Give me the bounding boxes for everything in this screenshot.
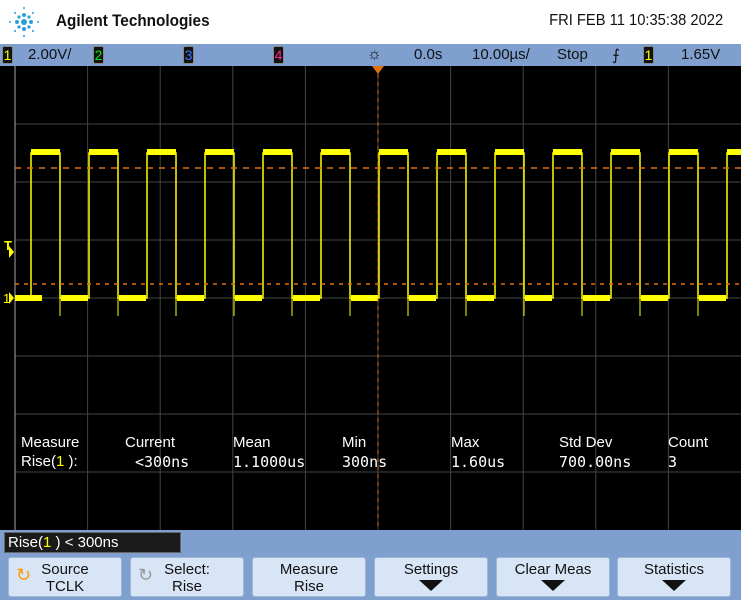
- delay: 0.0s: [414, 46, 442, 63]
- trigger-level-marker[interactable]: T: [4, 238, 12, 253]
- trigger-position-marker-icon: [372, 66, 384, 74]
- meas-row-label: Rise(1 ):: [21, 453, 78, 470]
- waveform-high-noise: [437, 149, 466, 155]
- waveform-high-noise: [263, 149, 292, 155]
- waveform-high-noise: [31, 149, 60, 155]
- meas-stddev: 700.00ns: [559, 453, 631, 471]
- brand-name: Agilent Technologies: [56, 11, 210, 31]
- softkey-bar: Rise(1 ) < 300ns ↻SourceTCLK ↻Select:Ris…: [0, 530, 741, 600]
- channel-2-badge[interactable]: 2: [93, 46, 104, 64]
- channel-1-badge[interactable]: 1: [2, 46, 13, 64]
- softkey-value: TCLK: [46, 578, 84, 595]
- waveform-low-noise: [177, 295, 204, 301]
- meas-count: 3: [668, 453, 677, 471]
- readout-prefix: Rise(: [8, 534, 43, 551]
- trigger-source-badge: 1: [643, 46, 654, 64]
- ch1-scale: 2.00V/: [28, 46, 71, 63]
- source-softkey[interactable]: ↻ SourceTCLK: [8, 557, 122, 597]
- waveform-low-noise: [235, 295, 262, 301]
- meas-row-label-text: Rise(: [21, 453, 56, 470]
- ground-marker[interactable]: 1: [3, 291, 10, 306]
- softkey-label: Source: [41, 561, 89, 578]
- waveform-low-noise: [525, 295, 552, 301]
- trigger-edge-icon: ⨍: [612, 46, 620, 64]
- meas-header-measure: Measure: [21, 434, 79, 451]
- meas-min: 300ns: [342, 453, 387, 471]
- timebase: 10.00µs/: [472, 46, 530, 63]
- submenu-arrow-icon: [419, 580, 443, 591]
- waveform-low-noise: [409, 295, 436, 301]
- meas-header-max: Max: [451, 434, 479, 451]
- softkey-value: Rise: [294, 578, 324, 595]
- meas-max: 1.60us: [451, 453, 505, 471]
- softkey-label: Measure: [280, 561, 338, 578]
- waveform-high-noise: [727, 149, 741, 155]
- waveform-low-noise: [15, 295, 42, 301]
- datetime: FRI FEB 11 10:35:38 2022: [549, 12, 723, 30]
- waveform-high-noise: [321, 149, 350, 155]
- measurement-readout: Rise(1 ) < 300ns: [4, 532, 181, 553]
- waveform-low-noise: [351, 295, 378, 301]
- meas-mean: 1.1000us: [233, 453, 305, 471]
- run-state[interactable]: Stop: [557, 46, 588, 63]
- meas-header-current: Current: [125, 434, 175, 451]
- waveform-low-noise: [467, 295, 494, 301]
- submenu-arrow-icon: [662, 580, 686, 591]
- waveform-low-noise: [61, 295, 88, 301]
- rotate-knob-icon: ↻: [138, 567, 153, 584]
- meas-current: <300ns: [135, 453, 189, 471]
- softkey-label: Settings: [404, 561, 458, 578]
- status-bar: 1 2.00V/ 2 3 4 ☼ 0.0s 10.00µs/ Stop ⨍ 1 …: [0, 44, 741, 66]
- rotate-knob-icon: ↻: [16, 567, 31, 584]
- measure-rise-softkey[interactable]: MeasureRise: [252, 557, 366, 597]
- softkey-label: Clear Meas: [515, 561, 592, 578]
- trigger-level: 1.65V: [681, 46, 720, 63]
- waveform-high-noise: [495, 149, 524, 155]
- waveform-high-noise: [147, 149, 176, 155]
- waveform-high-noise: [669, 149, 698, 155]
- waveform-high-noise: [205, 149, 234, 155]
- channel-3-badge[interactable]: 3: [183, 46, 194, 64]
- meas-header-count: Count: [668, 434, 708, 451]
- softkey-label: Select:: [164, 561, 210, 578]
- acquisition-icon: ☼: [367, 46, 382, 64]
- waveform-low-noise: [293, 295, 320, 301]
- statistics-softkey[interactable]: Statistics: [617, 557, 731, 597]
- channel-4-badge[interactable]: 4: [273, 46, 284, 64]
- softkey-label: Statistics: [644, 561, 704, 578]
- agilent-logo-icon: [6, 4, 42, 40]
- waveform-low-noise: [641, 295, 668, 301]
- meas-header-stddev: Std Dev: [559, 434, 612, 451]
- meas-header-mean: Mean: [233, 434, 271, 451]
- select-softkey[interactable]: ↻ Select:Rise: [130, 557, 244, 597]
- header: Agilent Technologies FRI FEB 11 10:35:38…: [0, 0, 741, 44]
- waveform-high-noise: [89, 149, 118, 155]
- waveform-low-noise: [119, 295, 146, 301]
- meas-row-label-end: ):: [64, 453, 77, 470]
- waveform-high-noise: [611, 149, 640, 155]
- submenu-arrow-icon: [541, 580, 565, 591]
- settings-softkey[interactable]: Settings: [374, 557, 488, 597]
- softkey-value: Rise: [172, 578, 202, 595]
- waveform-display[interactable]: T 1 Measure Current Mean Min Max Std Dev…: [0, 66, 741, 530]
- waveform-low-noise: [699, 295, 726, 301]
- readout-value: ) < 300ns: [51, 534, 118, 551]
- clear-meas-softkey[interactable]: Clear Meas: [496, 557, 610, 597]
- meas-header-min: Min: [342, 434, 366, 451]
- waveform-high-noise: [379, 149, 408, 155]
- waveform-high-noise: [553, 149, 582, 155]
- waveform-low-noise: [583, 295, 610, 301]
